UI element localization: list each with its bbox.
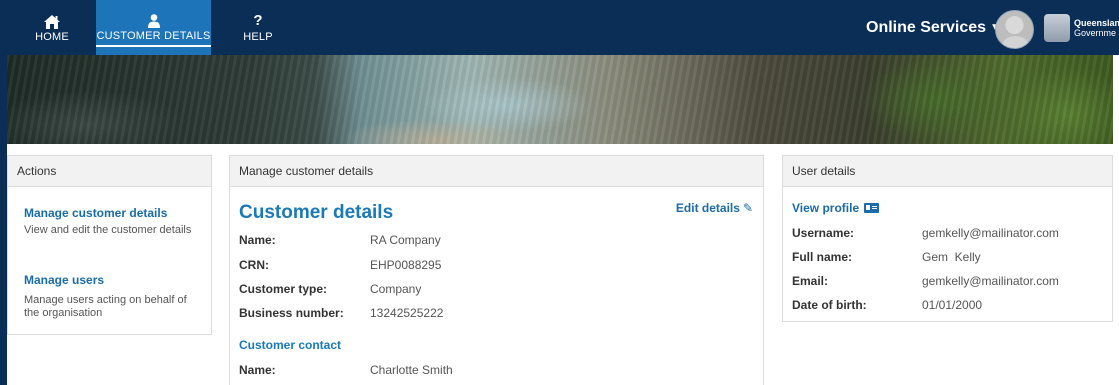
manage-customer-details-description: View and edit the customer details — [24, 224, 192, 236]
nav-customer-details-label: CUSTOMER DETAILS — [96, 30, 211, 47]
user-field-value: Gem Kelly — [922, 250, 981, 264]
customer-details-title: Customer details — [239, 202, 394, 223]
field-value: 13242525222 — [370, 306, 444, 320]
view-profile-link[interactable]: View profile — [792, 201, 880, 215]
edit-details-label: Edit details — [675, 201, 740, 215]
crest-icon — [1044, 14, 1070, 42]
nav-help[interactable]: ? HELP — [228, 0, 288, 55]
manage-users-description: Manage users acting on behalf of the org… — [24, 294, 187, 319]
left-edge-bar — [0, 55, 7, 385]
user-field-label: Full name: — [792, 250, 853, 264]
user-field-label: Date of birth: — [792, 298, 867, 312]
nav-help-label: HELP — [243, 31, 273, 43]
field-label: Business number: — [239, 306, 344, 320]
user-field-value: 01/01/2000 — [922, 298, 983, 312]
logo-line-2: Governme — [1074, 28, 1117, 38]
edit-details-link[interactable]: Edit details ✎ — [676, 201, 753, 215]
pencil-icon: ✎ — [742, 201, 753, 215]
actions-panel-heading: Actions — [8, 156, 211, 187]
id-card-icon — [864, 203, 880, 213]
actions-panel: Actions Manage customer details View and… — [7, 155, 212, 335]
person-icon — [147, 8, 160, 28]
top-navigation: HOME CUSTOMER DETAILS ? HELP Online Serv… — [0, 0, 1119, 55]
field-label: CRN: — [239, 258, 269, 272]
user-details-panel: User details View profile Username: gemk… — [782, 155, 1113, 322]
manage-customer-details-link[interactable]: Manage customer details — [24, 206, 167, 220]
online-services-menu[interactable]: Online Services▼ — [866, 0, 1000, 55]
user-field-value: gemkelly@mailinator.com — [922, 226, 1059, 240]
user-panel-heading: User details — [783, 156, 1112, 187]
user-field-label: Email: — [792, 274, 829, 288]
view-profile-label: View profile — [792, 201, 860, 215]
manage-customer-details-panel: Manage customer details Customer details… — [229, 155, 764, 385]
contact-field-value: Charlotte Smith — [370, 363, 453, 377]
user-avatar[interactable] — [995, 10, 1034, 49]
contact-field-label: Name: — [239, 363, 276, 377]
nav-home[interactable]: HOME — [22, 0, 82, 55]
field-label: Name: — [239, 233, 276, 247]
field-value: EHP0088295 — [370, 258, 442, 272]
field-value: Company — [370, 282, 422, 296]
queensland-government-logo[interactable]: Queenslan Governme — [1044, 12, 1119, 44]
user-field-value: gemkelly@mailinator.com — [922, 274, 1059, 288]
home-icon — [44, 9, 60, 29]
banner-image — [7, 55, 1113, 144]
manage-users-link[interactable]: Manage users — [24, 273, 104, 287]
user-field-label: Username: — [792, 226, 855, 240]
customer-contact-heading: Customer contact — [239, 338, 342, 352]
question-icon: ? — [253, 12, 263, 29]
field-value: RA Company — [370, 233, 441, 247]
logo-text: Queenslan Governme — [1074, 18, 1119, 38]
nav-home-label: HOME — [35, 31, 69, 43]
online-services-label: Online Services — [866, 19, 987, 36]
manage-panel-heading: Manage customer details — [230, 156, 763, 187]
field-label: Customer type: — [239, 282, 328, 296]
nav-customer-details[interactable]: CUSTOMER DETAILS — [96, 0, 211, 55]
logo-line-1: Queenslan — [1074, 18, 1119, 28]
